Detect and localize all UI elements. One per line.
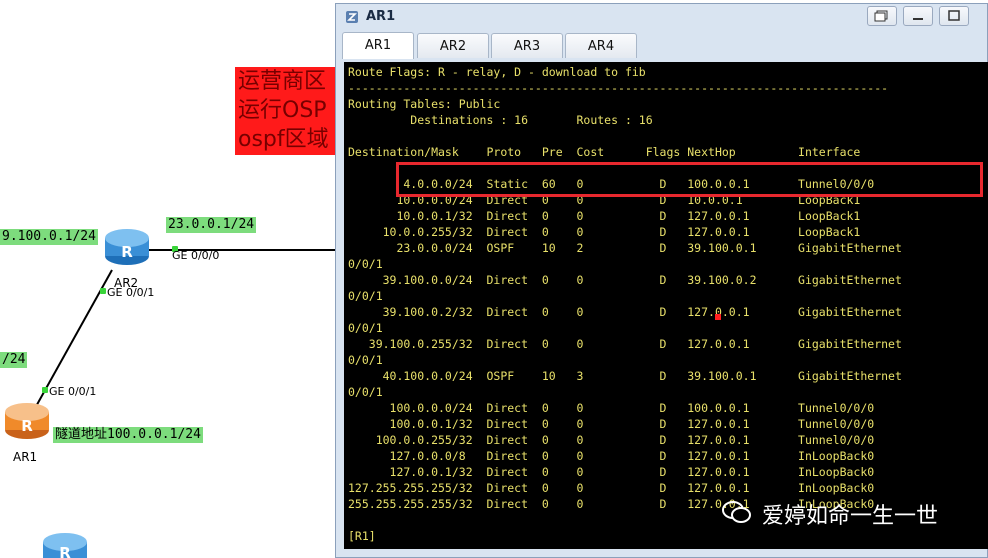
watermark-text: 爱婷如命一生一世	[762, 504, 939, 529]
cursor-marker	[715, 314, 721, 320]
router-icon[interactable]: R	[40, 528, 90, 558]
port-label: GE 0/0/1	[107, 286, 155, 299]
terminal-output[interactable]: Route Flags: R - relay, D - download to …	[344, 62, 988, 549]
terminal-line: 100.0.0.1/32 Direct 0 0 D 127.0.0.1 Tunn…	[348, 417, 875, 431]
restore-button[interactable]	[867, 6, 897, 26]
terminal-line: 127.0.0.1/32 Direct 0 0 D 127.0.0.1 InLo…	[348, 465, 875, 479]
window-title: AR1	[366, 9, 396, 24]
terminal-line: 127.255.255.255/32 Direct 0 0 D 127.0.0.…	[348, 481, 875, 495]
note-line: 运行OSP	[238, 98, 327, 123]
tunnel-label: 隧道地址100.0.0.1/24	[53, 427, 203, 443]
app-icon	[346, 11, 358, 23]
terminal-line: 100.0.0.255/32 Direct 0 0 D 127.0.0.1 Tu…	[348, 433, 875, 447]
terminal-line: 10.0.0.1/32 Direct 0 0 D 127.0.0.1 LoopB…	[348, 209, 861, 223]
terminal-line: Route Flags: R - relay, D - download to …	[348, 65, 646, 79]
terminal-line: Destinations : 16 Routes : 16	[348, 113, 653, 127]
ip-label: 9.100.0.1/24	[0, 229, 98, 245]
terminal-line: 40.100.0.0/24 OSPF 10 3 D 39.100.0.1 Gig…	[348, 369, 902, 383]
device-name-ar1: AR1	[13, 450, 38, 464]
note-line: ospf区域	[238, 127, 329, 152]
tab-ar3[interactable]: AR3	[491, 33, 563, 58]
maximize-icon	[948, 10, 960, 21]
terminal-line: 10.0.0.255/32 Direct 0 0 D 127.0.0.1 Loo…	[348, 225, 861, 239]
router-ar1-icon[interactable]: R	[2, 398, 52, 442]
terminal-line: 127.0.0.0/8 Direct 0 0 D 127.0.0.1 InLoo…	[348, 449, 875, 463]
tab-ar4[interactable]: AR4	[565, 33, 637, 58]
terminal-line: 0/0/1	[348, 353, 383, 367]
svg-text:R: R	[121, 243, 133, 261]
title-bar[interactable]: AR1	[336, 4, 987, 30]
terminal-line: Destination/Mask Proto Pre Cost Flags Ne…	[348, 145, 861, 159]
terminal-line: 23.0.0.0/24 OSPF 10 2 D 39.100.0.1 Gigab…	[348, 241, 902, 255]
svg-text:R: R	[21, 417, 33, 435]
terminal-line: 100.0.0.0/24 Direct 0 0 D 100.0.0.1 Tunn…	[348, 401, 875, 415]
port-label: GE 0/0/1	[49, 385, 97, 398]
terminal-line: 39.100.0.255/32 Direct 0 0 D 127.0.0.1 G…	[348, 337, 902, 351]
minimize-button[interactable]	[903, 6, 933, 26]
tab-ar2[interactable]: AR2	[417, 33, 489, 58]
maximize-button[interactable]	[939, 6, 969, 26]
terminal-line: [R1]	[348, 529, 376, 543]
port-label: GE 0/0/0	[172, 249, 220, 262]
provider-note: 运营商区 运行OSP ospf区域	[235, 67, 343, 155]
svg-text:R: R	[59, 544, 71, 558]
terminal-line: 39.100.0.0/24 Direct 0 0 D 39.100.0.2 Gi…	[348, 273, 902, 287]
router-ar2-icon[interactable]: R	[102, 224, 152, 268]
ip-label: 23.0.0.1/24	[166, 217, 257, 233]
terminal-line: 0/0/1	[348, 321, 383, 335]
ip-label: /24	[0, 352, 28, 368]
note-line: 运营商区	[238, 69, 327, 94]
restore-icon	[874, 10, 888, 22]
port-indicator	[42, 387, 48, 393]
tab-ar1[interactable]: AR1	[342, 32, 414, 59]
terminal-line: 0/0/1	[348, 385, 383, 399]
terminal-window: AR1 AR1 AR2 AR3 AR4 Route Flags: R - rel…	[335, 3, 988, 558]
highlight-box	[396, 162, 983, 197]
terminal-line: 39.100.0.2/32 Direct 0 0 D 127.0.0.1 Gig…	[348, 305, 902, 319]
terminal-line: Routing Tables: Public	[348, 97, 501, 111]
wechat-icon	[722, 501, 751, 523]
port-indicator	[100, 288, 106, 294]
topology-canvas: 运营商区 运行OSP ospf区域 9.100.0.1/24 23.0.0.1/…	[0, 0, 343, 558]
terminal-line: ----------------------------------------…	[348, 81, 889, 95]
minimize-icon	[913, 18, 923, 20]
terminal-line: 0/0/1	[348, 289, 383, 303]
terminal-line: 0/0/1	[348, 257, 383, 271]
